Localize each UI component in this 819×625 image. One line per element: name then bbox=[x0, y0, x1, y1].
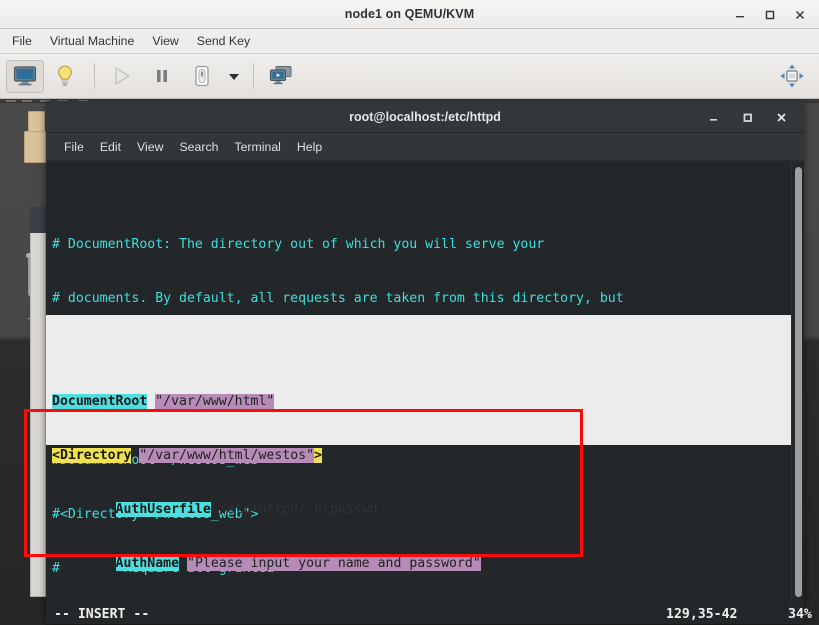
vm-menu-file[interactable]: File bbox=[3, 31, 41, 51]
vm-toolbar bbox=[0, 54, 819, 99]
close-icon bbox=[776, 112, 786, 122]
vm-maximize-button[interactable] bbox=[755, 2, 785, 28]
monitor-icon bbox=[13, 66, 37, 86]
vim-token-directory-open: <Directory bbox=[52, 448, 132, 463]
maximize-icon bbox=[743, 113, 752, 122]
toolbar-pause-button[interactable] bbox=[143, 60, 181, 93]
vim-editor-text[interactable]: # DocumentRoot: The directory out of whi… bbox=[46, 161, 791, 605]
terminal-window-title: root@localhost:/etc/httpd bbox=[349, 109, 501, 124]
chevron-down-icon bbox=[229, 73, 239, 80]
close-icon bbox=[795, 10, 805, 19]
vm-menubar: File Virtual Machine View Send Key bbox=[0, 29, 819, 54]
snapshots-icon bbox=[269, 66, 292, 85]
power-icon bbox=[195, 65, 209, 87]
vim-hl-line-directory-open: <Directory "/var/www/html/westos"> bbox=[52, 447, 791, 465]
toolbar-separator-2 bbox=[253, 63, 254, 89]
vim-token-directory-path: "/var/www/html/westos" bbox=[139, 448, 315, 463]
guest-viewport[interactable]: T root@localhost:/etc/httpd bbox=[0, 99, 819, 625]
vim-line: # documents. By default, all requests ar… bbox=[52, 291, 624, 306]
toolbar-show-console-button[interactable] bbox=[6, 59, 44, 93]
terminal-scrollbar[interactable] bbox=[791, 161, 804, 605]
vim-token-directory-gt: > bbox=[314, 448, 322, 463]
vim-token-authuserfile: AuthUserfile bbox=[115, 502, 211, 517]
terminal-titlebar: root@localhost:/etc/httpd bbox=[46, 101, 804, 133]
vim-token-authname: AuthName bbox=[115, 556, 180, 571]
terminal-menu-edit[interactable]: Edit bbox=[92, 137, 129, 157]
vim-token-documentroot-value: "/var/www/html" bbox=[155, 394, 275, 409]
virt-manager-window: node1 on QEMU/KVM File Virtual Machine V… bbox=[0, 0, 819, 625]
vim-hl-line-documentroot: DocumentRoot "/var/www/html" bbox=[52, 393, 791, 411]
terminal-window: root@localhost:/etc/httpd File Edit View… bbox=[46, 101, 812, 624]
terminal-maximize-button[interactable] bbox=[730, 102, 764, 132]
panel-dash-1 bbox=[6, 100, 16, 102]
toolbar-shutdown-menu-button[interactable] bbox=[223, 60, 245, 93]
terminal-close-button[interactable] bbox=[764, 102, 798, 132]
vim-token-authuserfile-value: /etc/httpd/.htpasswd bbox=[218, 502, 378, 517]
pause-icon bbox=[157, 70, 167, 82]
vm-window-title: node1 on QEMU/KVM bbox=[344, 7, 475, 21]
fullscreen-icon bbox=[780, 64, 804, 88]
vim-highlighted-block: DocumentRoot "/var/www/html" <Directory … bbox=[46, 315, 791, 571]
terminal-menu-terminal[interactable]: Terminal bbox=[226, 137, 288, 157]
vim-mode-indicator: -- INSERT -- bbox=[54, 607, 150, 622]
terminal-scrollbar-thumb[interactable] bbox=[795, 167, 802, 597]
minimize-icon bbox=[709, 118, 717, 121]
vm-menu-virtual-machine[interactable]: Virtual Machine bbox=[41, 31, 144, 51]
maximize-icon bbox=[765, 10, 775, 19]
vm-minimize-button[interactable] bbox=[725, 2, 755, 28]
terminal-menu-help[interactable]: Help bbox=[289, 137, 330, 157]
vim-cursor-position: 129,35-42 bbox=[666, 607, 738, 622]
vm-titlebar: node1 on QEMU/KVM bbox=[0, 0, 819, 29]
terminal-menu-search[interactable]: Search bbox=[171, 137, 226, 157]
terminal-minimize-button[interactable] bbox=[696, 102, 730, 132]
toolbar-snapshots-button[interactable] bbox=[262, 60, 300, 93]
terminal-body[interactable]: # DocumentRoot: The directory out of whi… bbox=[46, 161, 804, 605]
background-window-sliver-titlebar bbox=[30, 207, 46, 233]
toolbar-fullscreen-button[interactable] bbox=[773, 60, 811, 93]
toolbar-show-details-button[interactable] bbox=[46, 60, 84, 93]
terminal-menu-file[interactable]: File bbox=[56, 137, 92, 157]
vim-token-authname-value: "Please input your name and password" bbox=[187, 556, 481, 571]
panel-dash-2 bbox=[22, 100, 32, 102]
vim-line: # DocumentRoot: The directory out of whi… bbox=[52, 237, 545, 252]
toolbar-run-button bbox=[103, 60, 141, 93]
vm-menu-send-key[interactable]: Send Key bbox=[188, 31, 259, 51]
lightbulb-icon bbox=[58, 65, 72, 86]
vim-hl-line-authname: AuthName "Please input your name and pas… bbox=[52, 555, 791, 573]
vm-close-button[interactable] bbox=[785, 2, 815, 28]
vim-scroll-percent: 34% bbox=[788, 607, 812, 622]
terminal-window-controls bbox=[696, 101, 798, 133]
terminal-menu-view[interactable]: View bbox=[129, 137, 171, 157]
vm-window-controls bbox=[725, 0, 815, 29]
vm-menu-view[interactable]: View bbox=[143, 31, 187, 51]
toolbar-shutdown-button[interactable] bbox=[183, 60, 221, 93]
background-window-sliver[interactable] bbox=[30, 207, 46, 597]
vim-hl-line-authuserfile: AuthUserfile /etc/httpd/.htpasswd bbox=[52, 501, 791, 519]
vim-token-documentroot: DocumentRoot bbox=[52, 394, 148, 409]
toolbar-separator-1 bbox=[94, 63, 95, 89]
play-icon bbox=[115, 67, 130, 85]
minimize-icon bbox=[736, 15, 744, 17]
screenshot-root: node1 on QEMU/KVM File Virtual Machine V… bbox=[0, 0, 819, 625]
vim-status-line: -- INSERT -- 129,35-42 34% bbox=[46, 605, 812, 624]
desktop-folder-icon-2[interactable] bbox=[24, 131, 46, 163]
terminal-menubar: File Edit View Search Terminal Help bbox=[46, 133, 804, 161]
